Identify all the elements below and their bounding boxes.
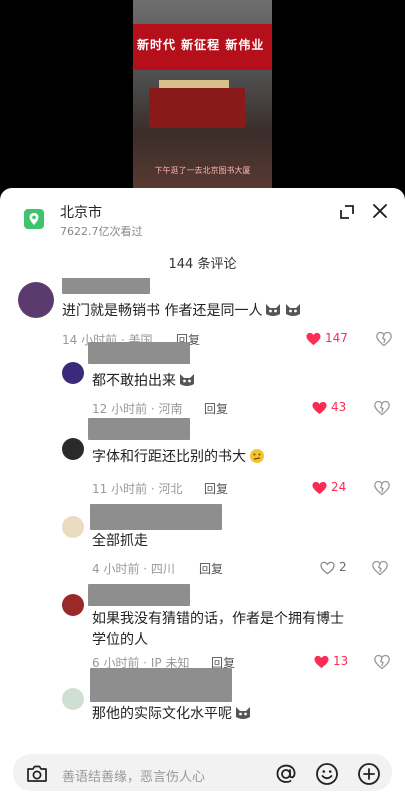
thinking-emoji-icon	[250, 449, 264, 463]
comment-list[interactable]: 进门就是畅销书 作者还是同一人 14 小时前 · 美国 回复 147 都不敢拍出…	[0, 278, 405, 736]
input-placeholder: 善语结善缘，恶言伤人心	[62, 770, 206, 785]
heart-filled-icon[interactable]	[312, 481, 327, 495]
like-count: 24	[331, 480, 347, 494]
heart-filled-icon[interactable]	[314, 655, 329, 669]
video-area[interactable]: 新时代 新征程 新伟业 下午逛了一去北京图书大厦	[0, 0, 405, 190]
video-banner-text: 新时代 新征程 新伟业	[137, 38, 265, 52]
location-name[interactable]: 北京市	[60, 202, 102, 222]
comment-text-content: 进门就是畅销书 作者还是同一人	[62, 303, 263, 319]
like-control[interactable]: 43	[312, 400, 402, 416]
username-redacted[interactable]	[88, 418, 190, 440]
username-redacted[interactable]	[90, 504, 222, 530]
avatar[interactable]	[62, 438, 84, 460]
comment-text: 都不敢拍出来	[92, 370, 196, 390]
avatar[interactable]	[62, 688, 84, 710]
like-count: 43	[331, 400, 347, 414]
comment-text: 如果我没有猜错的话，作者是个拥有博士	[92, 611, 344, 627]
comment-text-line2: 学位的人	[92, 632, 148, 648]
like-count: 13	[333, 654, 349, 668]
comment-text: 那他的实际文化水平呢	[92, 703, 252, 723]
username-redacted[interactable]	[90, 668, 232, 702]
location-icon	[24, 209, 44, 229]
avatar[interactable]	[62, 362, 84, 384]
like-count: 147	[325, 331, 348, 345]
video-frame[interactable]: 新时代 新征程 新伟业 下午逛了一去北京图书大厦	[133, 0, 272, 190]
username-redacted[interactable]	[62, 278, 150, 294]
comments-count: 144 条评论	[168, 257, 237, 272]
book-display	[149, 88, 245, 128]
comment-text: 字体和行距还比别的书大	[92, 446, 266, 466]
comment-sheet: 北京市 7622.7亿次看过 144 条评论 进门就是畅销书 作者还是同一人 1…	[0, 188, 405, 800]
broken-heart-icon[interactable]	[374, 654, 390, 670]
expand-icon[interactable]	[338, 203, 356, 221]
comment-text: 全部抓走	[92, 533, 148, 549]
reply-button[interactable]: 回复	[204, 400, 228, 417]
emoji-icon[interactable]	[315, 762, 339, 786]
comment-meta: 11 小时前 · 河北	[92, 482, 183, 496]
avatar[interactable]	[18, 282, 54, 318]
avatar[interactable]	[62, 516, 84, 538]
like-count: 2	[339, 560, 347, 574]
list-item: 进门就是畅销书 作者还是同一人 14 小时前 · 美国 回复 147	[0, 278, 405, 348]
mention-icon[interactable]	[274, 762, 298, 786]
broken-heart-icon[interactable]	[374, 400, 390, 416]
camera-icon[interactable]	[26, 764, 48, 784]
comment-text-content: 都不敢拍出来	[92, 373, 176, 389]
list-item: 都不敢拍出来 12 小时前 · 河南 回复 43	[0, 342, 405, 430]
comment-text-content: 那他的实际文化水平呢	[92, 706, 232, 722]
comment-meta: 4 小时前 · 四川	[92, 562, 175, 576]
list-item: 如果我没有猜错的话，作者是个拥有博士 学位的人 6 小时前 · IP 未知 回复…	[0, 584, 405, 678]
cat-emoji-icon	[266, 304, 281, 316]
video-caption: 下午逛了一去北京图书大厦	[154, 166, 251, 175]
avatar[interactable]	[62, 594, 84, 616]
list-item: 那他的实际文化水平呢	[0, 668, 405, 736]
like-control[interactable]: 13	[314, 654, 404, 670]
heart-filled-icon[interactable]	[306, 332, 321, 346]
like-control[interactable]: 24	[312, 480, 402, 496]
heart-outline-icon[interactable]	[320, 561, 335, 575]
heart-filled-icon[interactable]	[312, 401, 327, 415]
add-icon[interactable]	[357, 762, 381, 786]
close-icon[interactable]	[371, 202, 389, 220]
cat-emoji-icon	[180, 374, 194, 386]
cat-emoji-icon	[286, 304, 301, 316]
comment-text: 进门就是畅销书 作者还是同一人	[62, 300, 302, 320]
comment-text-content: 字体和行距还比别的书大	[92, 449, 246, 465]
list-item: 字体和行距还比别的书大 11 小时前 · 河北 回复 24	[0, 418, 405, 506]
like-control[interactable]: 147	[306, 331, 396, 347]
reply-button[interactable]: 回复	[199, 560, 223, 577]
broken-heart-icon[interactable]	[372, 560, 388, 576]
broken-heart-icon[interactable]	[376, 331, 392, 347]
username-redacted[interactable]	[88, 584, 190, 606]
username-redacted[interactable]	[88, 342, 190, 364]
cat-emoji-icon	[236, 707, 250, 719]
like-control[interactable]: 2	[320, 560, 405, 576]
comment-meta: 12 小时前 · 河南	[92, 402, 183, 416]
broken-heart-icon[interactable]	[374, 480, 390, 496]
list-item: 全部抓走 4 小时前 · 四川 回复 2	[0, 504, 405, 586]
location-views: 7622.7亿次看过	[60, 225, 143, 238]
comment-input-bar: 善语结善缘，恶言伤人心	[0, 745, 405, 800]
reply-button[interactable]: 回复	[204, 480, 228, 497]
